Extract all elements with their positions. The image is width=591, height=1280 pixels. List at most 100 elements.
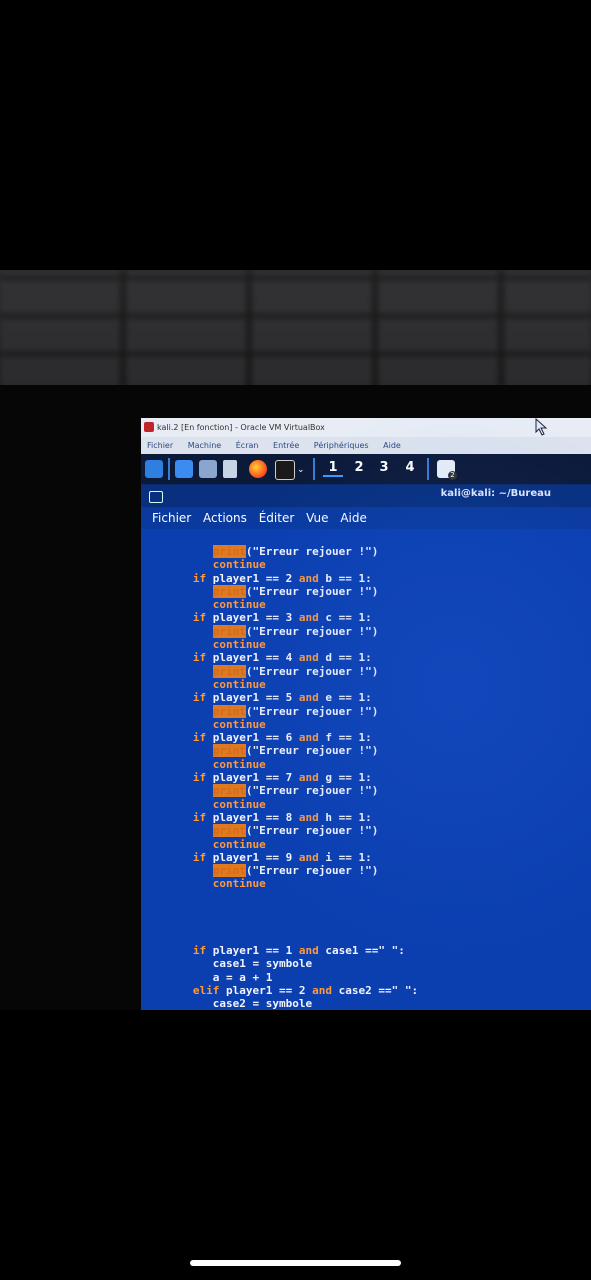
code-line: if player1 == 1 and case1 ==" ": xyxy=(173,944,591,957)
code-line: print("Erreur rejouer !") xyxy=(173,864,591,878)
term-menu-actions[interactable]: Actions xyxy=(203,511,247,525)
code-line: if player1 == 2 and b == 1: xyxy=(173,572,591,585)
code-keyword: continue xyxy=(212,797,266,811)
code-keyword: if xyxy=(192,611,207,625)
code-highlighted-token: print xyxy=(212,864,246,878)
taskbar-separator xyxy=(313,458,315,480)
code-token: player1 == 5 xyxy=(206,691,299,705)
code-editor[interactable]: print("Erreur rejouer !") continue if pl… xyxy=(173,545,591,1010)
menu-aide[interactable]: Aide xyxy=(383,441,401,450)
menu-fichier[interactable]: Fichier xyxy=(147,441,173,450)
code-line: continue xyxy=(173,598,591,611)
code-keyword: and xyxy=(298,810,319,824)
code-line: continue xyxy=(173,798,591,811)
code-token: ("Erreur rejouer !") xyxy=(245,864,379,878)
window-title: kali.2 [En fonction] - Oracle VM Virtual… xyxy=(157,423,325,432)
code-keyword: if xyxy=(192,810,207,824)
code-token: player1 == 7 xyxy=(206,771,299,785)
code-keyword: continue xyxy=(212,677,266,691)
code-keyword: if xyxy=(192,943,207,957)
menu-peripheriques[interactable]: Périphériques xyxy=(314,441,369,450)
code-token: f == 1: xyxy=(318,731,372,745)
terminal-icon[interactable] xyxy=(275,460,295,480)
terminal-window-icon[interactable]: 2 xyxy=(437,460,457,480)
term-menu-vue[interactable]: Vue xyxy=(306,511,328,525)
code-token: ("Erreur rejouer !") xyxy=(245,584,379,598)
code-keyword: if xyxy=(192,731,207,745)
vbox-menubar: Fichier Machine Écran Entrée Périphériqu… xyxy=(141,437,591,454)
file-manager-icon[interactable] xyxy=(199,460,217,478)
kali-taskbar: ⌄ 1 2 3 4 2 xyxy=(141,454,591,485)
taskbar-separator xyxy=(427,458,429,480)
code-token: player1 == 9 xyxy=(206,850,299,864)
code-highlighted-token: print xyxy=(212,824,246,838)
code-line: continue xyxy=(173,758,591,771)
firefox-icon[interactable] xyxy=(249,460,267,478)
workspace-2[interactable]: 2 xyxy=(349,460,369,475)
term-menu-fichier[interactable]: Fichier xyxy=(152,511,191,525)
code-token: ("Erreur rejouer !") xyxy=(245,624,379,638)
code-keyword: continue xyxy=(212,717,266,731)
code-line: continue xyxy=(173,877,591,890)
code-token: ("Erreur rejouer !") xyxy=(245,664,379,678)
code-line: if player1 == 3 and c == 1: xyxy=(173,611,591,624)
code-keyword: if xyxy=(192,651,207,665)
chevron-down-icon[interactable]: ⌄ xyxy=(297,465,305,475)
code-line: continue xyxy=(173,638,591,651)
term-menu-aide[interactable]: Aide xyxy=(340,511,367,525)
workspace-1[interactable]: 1 xyxy=(323,460,343,477)
menu-machine[interactable]: Machine xyxy=(188,441,222,450)
code-line: print("Erreur rejouer !") xyxy=(173,664,591,678)
workspace-3[interactable]: 3 xyxy=(374,460,394,475)
code-keyword: if xyxy=(192,571,207,585)
code-keyword: and xyxy=(298,943,319,957)
code-keyword: elif xyxy=(192,983,220,997)
code-highlighted-token: print xyxy=(212,545,246,558)
term-menu-editer[interactable]: Éditer xyxy=(259,511,295,525)
menu-entree[interactable]: Entrée xyxy=(273,441,299,450)
code-keyword: continue xyxy=(212,638,266,652)
photo-frame: kali.2 [En fonction] - Oracle VM Virtual… xyxy=(0,270,591,1010)
menu-ecran[interactable]: Écran xyxy=(236,441,259,450)
code-highlighted-token: print xyxy=(212,664,246,678)
vbox-titlebar: kali.2 [En fonction] - Oracle VM Virtual… xyxy=(141,418,591,437)
terminal-header: kali@kali: ~/Bureau xyxy=(141,485,591,507)
home-indicator[interactable] xyxy=(190,1260,401,1266)
code-highlighted-token: print xyxy=(212,744,246,758)
text-editor-icon[interactable] xyxy=(223,460,237,478)
code-keyword: and xyxy=(298,691,319,705)
workspace-4[interactable]: 4 xyxy=(400,460,420,475)
code-keyword: and xyxy=(298,611,319,625)
code-line: print("Erreur rejouer !") xyxy=(173,545,591,558)
code-line: if player1 == 6 and f == 1: xyxy=(173,731,591,744)
code-keyword: and xyxy=(298,571,319,585)
code-line: print("Erreur rejouer !") xyxy=(173,624,591,638)
code-token: h == 1: xyxy=(318,810,372,824)
kali-menu-icon[interactable] xyxy=(145,460,163,478)
code-line: continue xyxy=(173,718,591,731)
code-keyword: continue xyxy=(212,598,266,612)
code-token: case2 = symbole xyxy=(212,997,313,1010)
desktop-icon[interactable] xyxy=(175,460,193,478)
code-token: player1 == 4 xyxy=(206,651,299,665)
code-keyword: and xyxy=(298,771,319,785)
code-highlighted-token: print xyxy=(212,584,246,598)
